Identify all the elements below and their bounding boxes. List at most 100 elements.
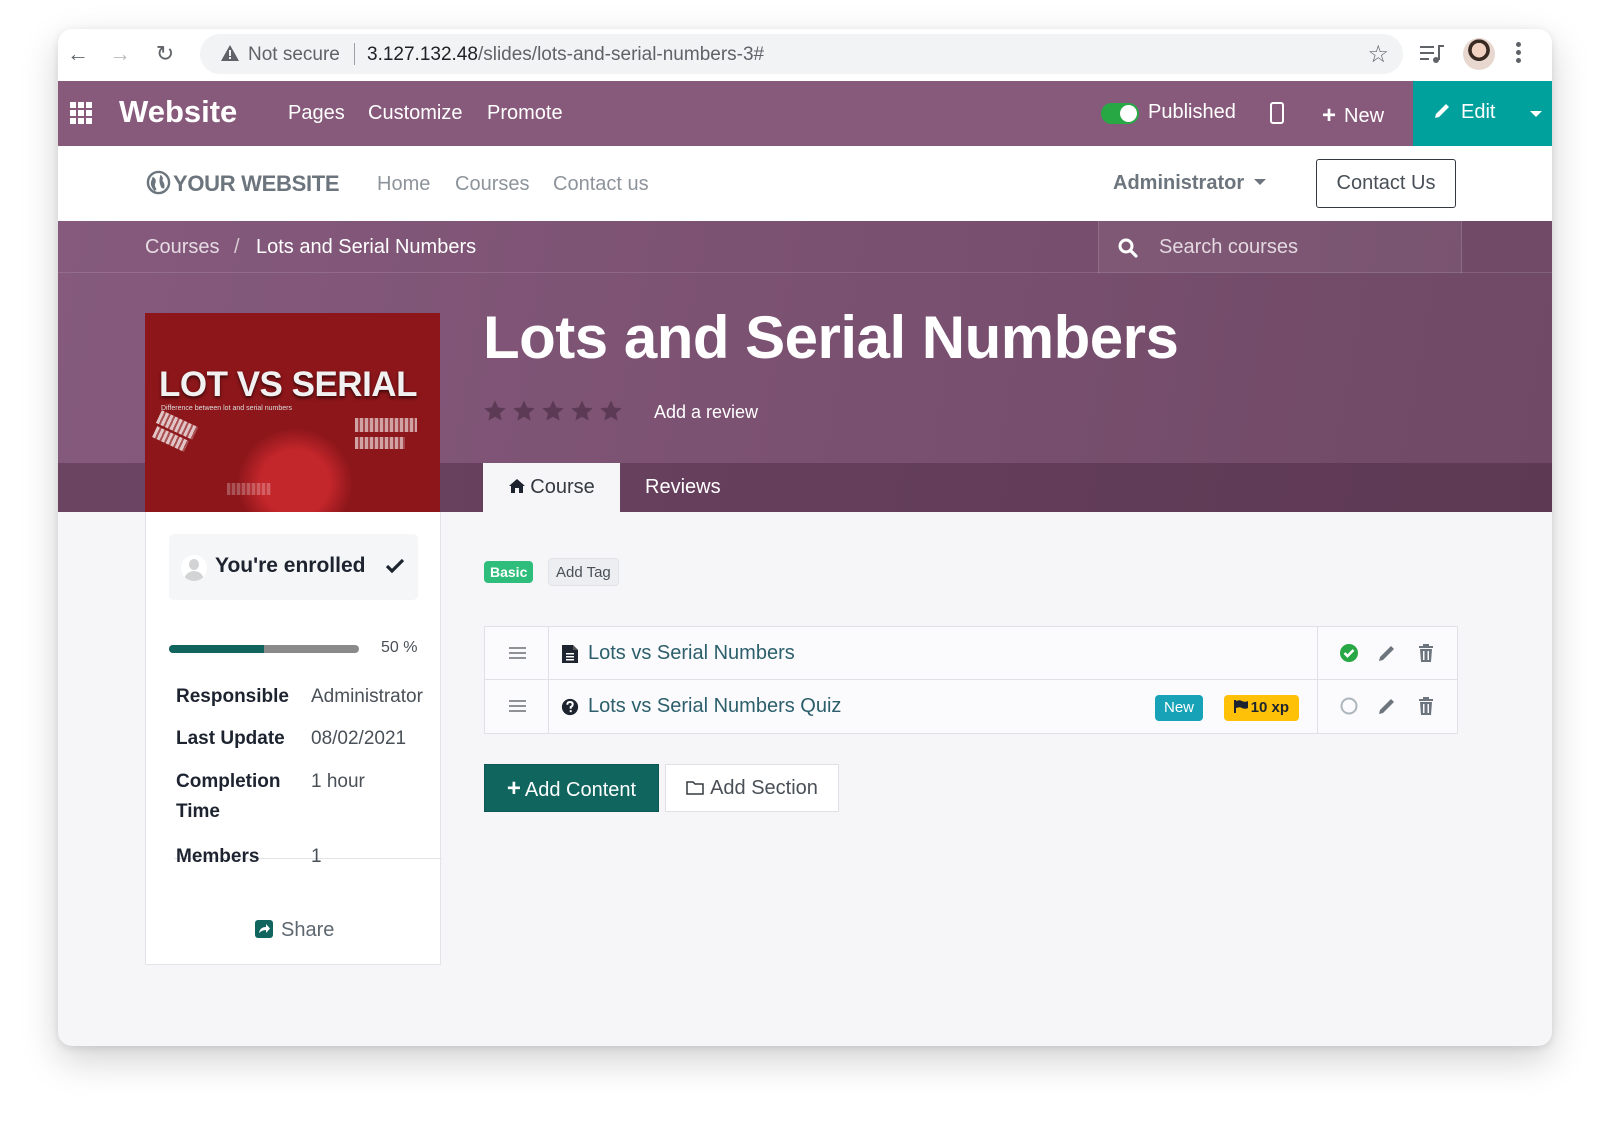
add-content-button[interactable]: + Add Content xyxy=(484,764,659,812)
tab-course-label: Course xyxy=(530,476,595,498)
tab-course[interactable]: Course xyxy=(483,463,620,512)
add-review-link[interactable]: Add a review xyxy=(654,402,758,423)
nav-courses[interactable]: Courses xyxy=(455,173,529,196)
website-header: YOUR WEBSITE Home Courses Contact us Adm… xyxy=(58,146,1552,221)
slide-title[interactable]: Lots vs Serial Numbers xyxy=(588,642,795,665)
odoo-website-bar: Website Pages Customize Promote Publishe… xyxy=(58,81,1552,146)
meta-key: Responsible xyxy=(176,686,289,707)
meta-key: Last Update xyxy=(176,728,285,749)
progress-percent: 50 % xyxy=(381,639,418,656)
star-icon[interactable] xyxy=(541,399,565,423)
trash-icon[interactable] xyxy=(1416,696,1436,716)
add-tag-button[interactable]: Add Tag xyxy=(548,558,619,586)
course-title: Lots and Serial Numbers xyxy=(483,304,1179,371)
meta-value: 08/02/2021 xyxy=(311,728,407,749)
slide-actions xyxy=(1317,680,1457,733)
reload-icon[interactable]: ↻ xyxy=(151,40,179,68)
edit-dropdown-caret-icon[interactable] xyxy=(1530,111,1542,117)
logo-text: YOUR WEBSITE xyxy=(173,171,340,196)
nav-contact-us[interactable]: Contact us xyxy=(553,173,649,196)
nav-home[interactable]: Home xyxy=(377,173,430,196)
barcode-graphic xyxy=(355,418,417,432)
course-progress-bar xyxy=(169,645,359,653)
warning-triangle-icon xyxy=(221,45,239,61)
url-text[interactable]: 3.127.132.48/slides/lots-and-serial-numb… xyxy=(367,44,764,66)
published-toggle[interactable] xyxy=(1101,103,1139,124)
star-icon[interactable] xyxy=(599,399,623,423)
add-section-label: Add Section xyxy=(710,777,818,799)
meta-value: 1 xyxy=(311,846,322,867)
pencil-icon[interactable] xyxy=(1377,696,1397,716)
new-button[interactable]: + New xyxy=(1322,101,1384,129)
barcode-graphic xyxy=(227,483,271,495)
site-logo[interactable]: YOUR WEBSITE xyxy=(146,170,340,197)
menu-customize[interactable]: Customize xyxy=(368,102,462,125)
xp-badge: 10 xp xyxy=(1223,695,1299,721)
breadcrumb-current: Lots and Serial Numbers xyxy=(256,236,477,258)
drag-handle-icon[interactable] xyxy=(485,680,549,733)
profile-avatar[interactable] xyxy=(1463,38,1495,70)
add-content-label: Add Content xyxy=(524,779,637,801)
home-icon xyxy=(509,479,526,493)
xp-label: 10 xp xyxy=(1250,699,1289,716)
tag-basic[interactable]: Basic xyxy=(484,561,534,583)
incomplete-circle-icon[interactable] xyxy=(1339,696,1359,716)
completed-check-icon[interactable] xyxy=(1339,643,1359,663)
checkmark-icon xyxy=(386,558,404,574)
meta-value: 1 hour xyxy=(311,771,365,792)
slide-title[interactable]: Lots vs Serial Numbers Quiz xyxy=(588,695,841,718)
search-icon[interactable] xyxy=(1118,238,1138,258)
share-label: Share xyxy=(281,919,335,941)
breadcrumb-courses[interactable]: Courses xyxy=(145,236,219,259)
meta-key: Completion Time xyxy=(176,771,281,822)
course-sidebar-card: You're enrolled 50 % Responsible Adminis… xyxy=(145,512,442,965)
list-item[interactable]: Lots vs Serial Numbers xyxy=(485,627,1457,680)
user-menu-label: Administrator xyxy=(1113,172,1245,194)
bookmark-star-icon[interactable]: ☆ xyxy=(1367,40,1389,69)
question-circle-icon xyxy=(561,698,579,716)
search-input[interactable] xyxy=(1159,233,1439,261)
new-badge: New xyxy=(1154,695,1203,721)
enrolled-status: You're enrolled xyxy=(169,534,418,600)
menu-pages[interactable]: Pages xyxy=(288,102,345,125)
tab-reviews[interactable]: Reviews xyxy=(645,463,721,512)
add-section-button[interactable]: Add Section xyxy=(665,764,839,812)
search-courses[interactable] xyxy=(1098,221,1462,273)
slide-actions xyxy=(1317,627,1457,679)
apps-grid-icon[interactable] xyxy=(70,102,94,124)
back-arrow-icon[interactable]: ← xyxy=(64,40,92,68)
edit-button[interactable]: Edit xyxy=(1413,81,1552,146)
course-content-list: Lots vs Serial Numbers Lots vs Serial Nu… xyxy=(484,626,1458,734)
star-icon[interactable] xyxy=(512,399,536,423)
browser-menu-icon[interactable] xyxy=(1516,42,1522,66)
pencil-icon[interactable] xyxy=(1377,643,1397,663)
security-label: Not secure xyxy=(248,44,340,65)
trash-icon[interactable] xyxy=(1416,643,1436,663)
mobile-preview-icon[interactable] xyxy=(1270,102,1284,124)
forward-arrow-icon[interactable]: → xyxy=(106,40,134,68)
dropdown-caret-icon xyxy=(1254,179,1267,185)
document-icon xyxy=(562,645,578,663)
star-icon[interactable] xyxy=(483,399,507,423)
address-bar[interactable]: Not secure 3.127.132.48/slides/lots-and-… xyxy=(200,34,1403,74)
list-item[interactable]: Lots vs Serial Numbers Quiz New 10 xp xyxy=(485,680,1457,733)
plus-icon: + xyxy=(506,775,521,802)
published-label: Published xyxy=(1148,101,1236,123)
menu-promote[interactable]: Promote xyxy=(487,102,563,125)
user-placeholder-avatar xyxy=(181,555,207,581)
globe-icon xyxy=(146,170,171,195)
omnibox-divider xyxy=(354,43,355,65)
drag-handle-icon[interactable] xyxy=(485,627,549,679)
contact-us-button[interactable]: Contact Us xyxy=(1316,159,1456,208)
share-icon xyxy=(255,920,273,938)
new-label: New xyxy=(1344,105,1385,127)
cover-subtitle: Difference between lot and serial number… xyxy=(161,405,293,412)
media-control-icon[interactable] xyxy=(1419,42,1445,66)
user-menu[interactable]: Administrator xyxy=(1113,172,1267,195)
pencil-icon xyxy=(1435,104,1449,118)
star-icon[interactable] xyxy=(570,399,594,423)
rating-stars[interactable] xyxy=(483,399,623,423)
edit-label: Edit xyxy=(1461,101,1496,123)
share-button[interactable]: Share xyxy=(255,919,334,942)
breadcrumb-separator: / xyxy=(234,236,240,258)
